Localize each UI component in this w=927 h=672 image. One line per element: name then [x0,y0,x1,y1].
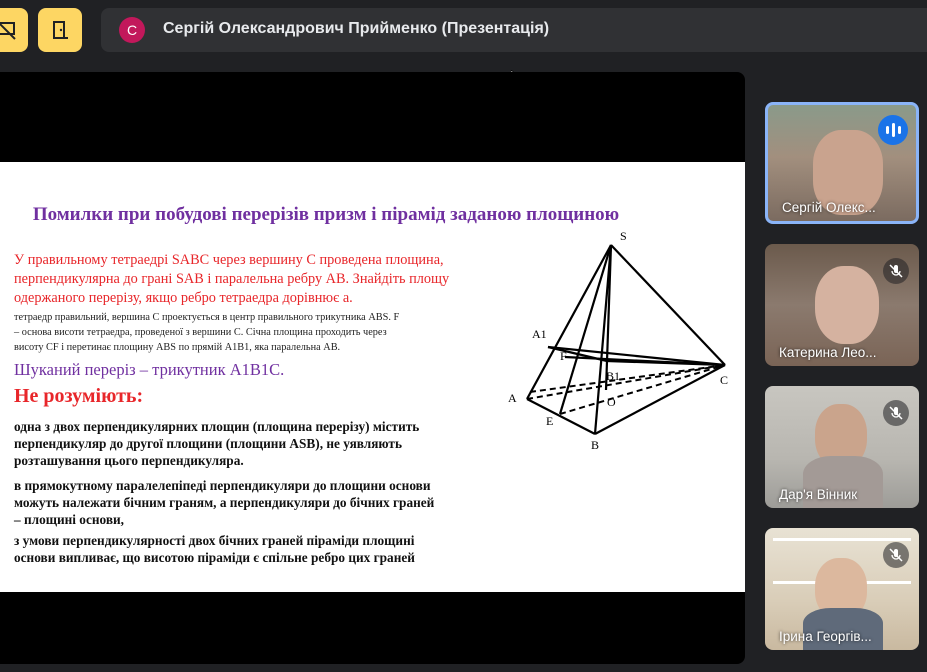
task-line: У правильному тетраедрі SABC через верши… [14,252,444,268]
paragraph-3: з умови перпендикулярності двох бічних г… [14,532,504,566]
participant-name: Сергій Олекс... [782,200,876,215]
present-off-icon [0,22,16,40]
participant-tile[interactable]: Дар'я Вінник [765,386,919,508]
participant-name: Ірина Георгів... [779,629,872,644]
note-text: тетраедр правильний, вершина C проектуєт… [14,310,504,355]
speaking-indicator-icon [878,115,908,145]
mic-off-icon [883,258,909,284]
task-text: У правильному тетраедрі SABC через верши… [14,251,514,308]
label-e: E [546,414,553,428]
participant-tile[interactable]: Катерина Лео... [765,244,919,366]
subheading: Не розуміють: [14,385,144,407]
stop-presenting-button[interactable] [0,8,28,52]
para-line: перпендикуляр до другої площини (площини… [14,436,402,451]
leave-button[interactable] [38,8,82,52]
label-a: A [508,391,517,405]
mic-off-icon [883,542,909,568]
mic-off-icon [883,400,909,426]
slide: Помилки при побудові перерізів призм і п… [0,162,745,592]
para-line: в прямокутному паралелепіпеді перпендику… [14,478,431,493]
label-o: O [607,395,616,409]
presentation-stage: Помилки при побудові перерізів призм і п… [0,72,745,664]
presenter-avatar: С [119,17,145,43]
note-line: тетраедр правильний, вершина C проектуєт… [14,312,400,323]
line-ec-hidden [559,364,726,415]
para-line: основи випливає, що висотою піраміди є с… [14,550,415,565]
para-line: з умови перпендикулярності двох бічних г… [14,533,415,548]
participant-name: Дар'я Вінник [779,487,858,502]
presenter-bar: С Сергій Олександрович Прийменко (Презен… [101,8,927,52]
label-b1: B1 [606,369,620,383]
note-line: висоту CF і перетинає площину ABS по пря… [14,342,341,353]
para-line: розташування цього перпендикуляра. [14,453,244,468]
tetrahedron-figure: S A1 F B1 C A E O B [508,229,728,452]
label-c: C [720,373,728,387]
note-line: – основа висоти тетраедра, проведеної з … [14,327,387,338]
edge-ab [526,398,596,435]
participant-video [815,266,879,344]
edge-sa [526,244,612,400]
presenter-title: Сергій Олександрович Прийменко (Презента… [163,20,550,37]
para-line: – площині основи, [14,512,125,527]
paragraph-2: в прямокутному паралелепіпеді перпендику… [14,477,504,528]
task-line: перпендикулярна до грані SAB і паралельн… [14,271,450,287]
para-line: одна з двох перпендикулярних площин (пло… [14,419,420,434]
label-b: B [591,438,599,452]
label-f: F [560,349,567,363]
paragraph-1: одна з двох перпендикулярних площин (пло… [14,418,504,469]
participant-name: Катерина Лео... [779,345,877,360]
participant-tile[interactable]: Сергій Олекс... [765,102,919,224]
label-s: S [620,229,627,243]
participant-tile[interactable]: Ірина Георгів... [765,528,919,650]
para-line: можуть належати бічним граням, а перпенд… [14,495,435,510]
edge-sc [610,244,726,366]
task-line: одержаного перерізу, якщо ребро тетраедр… [14,290,353,306]
answer-text: Шуканий переріз – трикутник A1B1C. [14,360,285,379]
door-exit-icon [53,21,68,39]
label-a1: A1 [532,327,547,341]
line-fc [564,355,726,367]
